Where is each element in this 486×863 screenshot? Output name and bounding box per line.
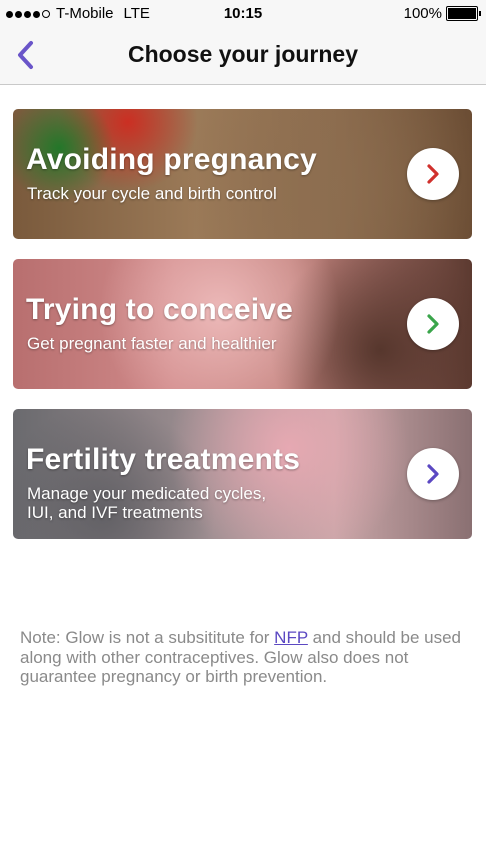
battery-percent: 100%	[403, 5, 442, 22]
note-prefix: Note: Glow is not a subsititute for	[20, 628, 275, 647]
disclaimer-note: Note: Glow is not a subsititute for NFP …	[20, 628, 470, 687]
battery-icon	[446, 6, 481, 21]
journey-card-avoiding-pregnancy[interactable]: Avoiding pregnancy Track your cycle and …	[13, 109, 472, 239]
page-title: Choose your journey	[127, 41, 359, 67]
journey-card-trying-to-conceive[interactable]: Trying to conceive Get pregnant faster a…	[13, 259, 472, 389]
card-subtitle-line: Manage your medicated cycles,	[27, 484, 267, 503]
chevron-right-icon	[427, 164, 439, 184]
navigation-bar: Choose your journey	[0, 26, 486, 85]
card-arrow-button[interactable]	[407, 148, 459, 200]
card-subtitle: Track your cycle and birth control	[27, 184, 277, 203]
status-bar: T-Mobile LTE 10:15 100%	[0, 0, 486, 26]
card-subtitle: Get pregnant faster and healthier	[27, 334, 277, 353]
chevron-right-icon	[427, 464, 439, 484]
card-arrow-button[interactable]	[407, 448, 459, 500]
chevron-right-icon	[427, 314, 439, 334]
nfp-link[interactable]: NFP	[274, 628, 308, 647]
card-subtitle: Manage your medicated cycles, IUI, and I…	[27, 484, 347, 522]
card-title: Fertility treatments	[26, 443, 301, 476]
card-title: Avoiding pregnancy	[26, 143, 317, 176]
card-arrow-button[interactable]	[407, 298, 459, 350]
card-title: Trying to conceive	[26, 293, 294, 326]
battery-info: 100%	[403, 5, 481, 22]
card-subtitle-line: IUI, and IVF treatments	[27, 503, 203, 522]
journey-card-fertility-treatments[interactable]: Fertility treatments Manage your medicat…	[13, 409, 472, 539]
